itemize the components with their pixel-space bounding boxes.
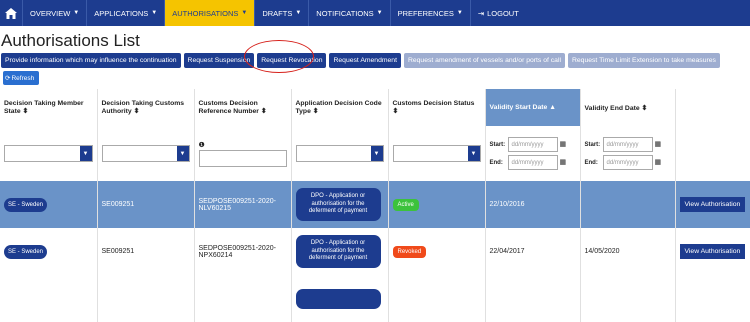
validity-start-cell: 22/04/2017 <box>485 228 581 275</box>
calendar-icon[interactable]: ▦ <box>560 140 570 150</box>
logout-icon: ⇥ <box>477 8 485 18</box>
refresh-button[interactable]: ⟳ Refresh <box>3 71 39 85</box>
authorisations-table: Decision Taking Member State ⬍ Decision … <box>0 89 750 322</box>
top-nav: OVERVIEW ▼ APPLICATIONS ▼ AUTHORISATIONS ▼ … <box>0 0 750 26</box>
nav-notifications[interactable]: NOTIFICATIONS ▼ <box>308 0 389 26</box>
chevron-down-icon: ▼ <box>151 10 158 16</box>
sort-icon: ⬍ <box>22 108 29 115</box>
col-status[interactable]: Customs Decision Status ⬍ <box>388 89 486 126</box>
nav-authorisations[interactable]: AUTHORISATIONS ▼ <box>164 0 255 26</box>
request-amendment-button[interactable]: Request Amendment <box>329 53 401 68</box>
col-actions <box>675 89 750 126</box>
home-icon[interactable] <box>0 0 22 26</box>
calendar-icon[interactable]: ▦ <box>560 158 570 168</box>
col-validity-start[interactable]: Validity Start Date ▲ <box>485 89 581 126</box>
authority-cell: SE009251 <box>97 228 195 275</box>
member-state-filter[interactable]: ▼ <box>4 145 93 162</box>
code-type-pill: DPO - Application or authorisation for t… <box>295 187 381 222</box>
chevron-down-icon: ▼ <box>79 146 92 161</box>
chevron-down-icon: ▼ <box>176 146 189 161</box>
chevron-down-icon: ▼ <box>456 10 463 16</box>
chevron-down-icon: ▼ <box>376 10 383 16</box>
validity-start-cell: 22/10/2016 <box>485 181 581 228</box>
validity-end-from-input[interactable]: dd/mm/yyyy <box>602 137 653 152</box>
reference-cell: SEDPOSE009251-2020-NPX60214 <box>194 228 292 275</box>
status-badge: Active <box>392 198 419 211</box>
sort-asc-icon: ▲ <box>549 104 556 111</box>
sort-icon: ⬍ <box>392 108 399 115</box>
reference-cell: SEDPOSE009251-2020-NLV60215 <box>194 181 292 228</box>
validity-end-cell: 14/05/2020 <box>580 228 676 275</box>
nav-applications[interactable]: APPLICATIONS ▼ <box>86 0 164 26</box>
sort-icon: ⬍ <box>133 108 140 115</box>
sort-icon: ⬍ <box>641 104 648 112</box>
status-filter[interactable]: ▼ <box>392 145 481 162</box>
table-row[interactable] <box>0 275 750 322</box>
validity-end-to-input[interactable]: dd/mm/yyyy <box>602 155 653 170</box>
action-bar: Provide information which may influence … <box>1 53 750 68</box>
calendar-icon[interactable]: ▦ <box>655 158 665 168</box>
chevron-down-icon: ▼ <box>241 10 248 16</box>
chevron-down-icon: ▼ <box>295 10 302 16</box>
validity-end-cell <box>580 181 676 228</box>
table-row[interactable]: SE - Sweden SE009251 SEDPOSE009251-2020-… <box>0 181 750 228</box>
validity-start-to-input[interactable]: dd/mm/yyyy <box>507 155 558 170</box>
nav-overview[interactable]: OVERVIEW ▼ <box>22 0 86 26</box>
member-state-pill: SE - Sweden <box>4 244 48 259</box>
authority-cell: SE009251 <box>97 181 195 228</box>
view-authorisation-button[interactable]: View Authorisation <box>679 197 746 212</box>
member-state-pill: SE - Sweden <box>4 197 48 212</box>
nav-preferences[interactable]: PREFERENCES ▼ <box>389 0 470 26</box>
col-customs-authority[interactable]: Decision Taking Customs Authority ⬍ <box>97 89 195 126</box>
table-row[interactable]: SE - Sweden SE009251 SEDPOSE009251-2020-… <box>0 228 750 275</box>
revocation-highlight-circle <box>244 40 314 73</box>
col-reference-number[interactable]: Customs Decision Reference Number ⬍ <box>194 89 292 126</box>
request-amendment-vessels-button[interactable]: Request amendment of vessels and/or port… <box>403 53 565 68</box>
col-code-type[interactable]: Application Decision Code Type ⬍ <box>291 89 389 126</box>
col-member-state[interactable]: Decision Taking Member State ⬍ <box>0 89 98 126</box>
validity-start-from-input[interactable]: dd/mm/yyyy <box>507 137 558 152</box>
provide-information-button[interactable]: Provide information which may influence … <box>1 53 181 68</box>
authority-filter[interactable]: ▼ <box>101 145 190 162</box>
col-validity-end[interactable]: Validity End Date ⬍ <box>580 89 676 126</box>
code-type-pill <box>295 288 381 309</box>
chevron-down-icon: ▼ <box>73 10 80 16</box>
chevron-down-icon: ▼ <box>467 146 480 161</box>
calendar-icon[interactable]: ▦ <box>655 140 665 150</box>
request-time-limit-extension-button[interactable]: Request Time Limit Extension to take mea… <box>567 53 720 68</box>
code-type-pill: DPO - Application or authorisation for t… <box>295 234 381 269</box>
nav-drafts[interactable]: DRAFTS ▼ <box>254 0 308 26</box>
view-authorisation-button[interactable]: View Authorisation <box>679 244 746 259</box>
refresh-icon: ⟳ <box>5 75 11 82</box>
nav-logout[interactable]: ⇥ LOGOUT <box>469 0 526 26</box>
reference-filter[interactable] <box>198 149 287 167</box>
sort-icon: ⬍ <box>260 108 267 115</box>
sort-icon: ⬍ <box>312 108 319 115</box>
page-title: Authorisations List <box>1 31 140 50</box>
info-icon[interactable]: ❶ <box>199 141 287 149</box>
status-badge: Revoked <box>392 245 427 258</box>
code-type-filter[interactable]: ▼ <box>295 145 384 162</box>
chevron-down-icon: ▼ <box>370 146 383 161</box>
